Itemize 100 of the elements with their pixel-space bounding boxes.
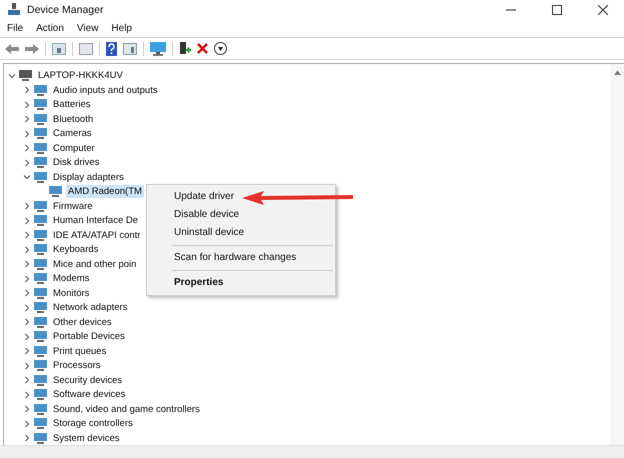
device-icon (34, 418, 47, 430)
device-icon (34, 128, 47, 140)
device-icon (34, 346, 47, 357)
device-icon (34, 389, 47, 400)
chevron-icon[interactable] (23, 144, 31, 152)
tree-item[interactable]: Monitors (51, 286, 92, 300)
chevron-icon[interactable] (23, 362, 31, 370)
device-icon (34, 360, 47, 372)
device-icon (34, 258, 47, 270)
device-icon (49, 186, 62, 198)
chevron-icon[interactable] (23, 115, 31, 124)
device-icon (34, 84, 47, 96)
context-menu-item[interactable]: Update driver (174, 188, 234, 206)
tree-item[interactable]: Security devices (51, 374, 124, 387)
device-icon (19, 70, 32, 82)
chevron-icon[interactable] (23, 405, 31, 414)
device-icon (34, 244, 47, 256)
menu-item[interactable]: File (7, 22, 24, 34)
chevron-icon[interactable] (23, 420, 31, 428)
tree-item[interactable]: Storage controllers (51, 417, 135, 430)
device-icon (34, 157, 47, 168)
forward-icon[interactable] (25, 42, 39, 55)
device-icon (34, 302, 47, 314)
tree-item[interactable]: Firmware (51, 200, 95, 213)
device-icon (34, 142, 47, 154)
chevron-icon[interactable] (23, 318, 31, 326)
device-icon (34, 200, 47, 212)
tree-item[interactable]: LAPTOP-HKKK4UV (36, 69, 125, 82)
device-icon (34, 404, 47, 415)
help-icon[interactable] (106, 42, 117, 56)
tree-item[interactable]: Mice and other poin (51, 258, 138, 271)
tree-item[interactable]: Bluetooth (51, 112, 96, 126)
window-icon[interactable] (52, 42, 66, 55)
device-icon (34, 99, 47, 110)
chevron-icon[interactable] (23, 231, 31, 240)
chevron-icon[interactable] (23, 216, 31, 225)
menu-item[interactable]: Action (36, 22, 64, 34)
monitor-icon[interactable] (150, 42, 166, 56)
device-icon (34, 316, 47, 328)
chevron-icon[interactable] (23, 130, 31, 138)
chevron-icon[interactable] (23, 100, 31, 109)
tree-item[interactable]: Keyboards (51, 243, 100, 256)
device-icon (34, 331, 47, 342)
close-icon[interactable] (598, 4, 608, 15)
tree-item[interactable]: Cameras (51, 127, 94, 140)
tree-item[interactable]: Sound, video and game controllers (51, 402, 202, 416)
device-icon (34, 432, 47, 444)
chevron-icon[interactable] (23, 246, 31, 254)
tree-item[interactable]: Computer (51, 142, 97, 155)
menu-item[interactable]: View (76, 22, 98, 34)
chevron-icon[interactable] (23, 332, 31, 341)
chevron-icon[interactable] (23, 274, 31, 283)
maximize-icon[interactable] (552, 4, 562, 15)
menu-item[interactable]: Help (111, 22, 132, 34)
chevron-icon[interactable] (8, 72, 16, 80)
chevron-icon[interactable] (23, 390, 31, 399)
tree-item[interactable]: Display adapters (51, 170, 126, 184)
device-icon (34, 230, 47, 241)
chevron-icon[interactable] (23, 347, 31, 356)
tree-item[interactable]: Network adapters (51, 301, 130, 314)
window-title: Device Manager (27, 4, 104, 16)
chevron-icon[interactable] (23, 376, 31, 384)
device-icon (34, 215, 47, 226)
window-icon[interactable] (123, 42, 137, 55)
chevron-icon[interactable] (23, 202, 31, 210)
tree-item[interactable]: Portable Devices (51, 330, 127, 344)
tree-item[interactable]: Modems (51, 272, 92, 286)
tree-item[interactable]: AMD Radeon(TM (66, 185, 144, 198)
context-menu-item[interactable]: Scan for hardware changes (174, 249, 296, 268)
tree-item[interactable]: Human Interface De (51, 214, 140, 228)
back-icon[interactable] (5, 42, 19, 55)
tree-item[interactable]: Other devices (51, 316, 114, 329)
scroll-up-icon[interactable] (614, 70, 620, 76)
chevron-icon[interactable] (23, 289, 31, 298)
window-icon[interactable] (79, 42, 93, 55)
tree-item[interactable]: IDE ATA/ATAPI contr (51, 228, 142, 242)
tree-item[interactable]: System devices (51, 432, 122, 445)
context-menu-item[interactable]: Uninstall device (174, 224, 244, 242)
tree-item[interactable]: Processors (51, 359, 103, 372)
tree-item[interactable]: Audio inputs and outputs (51, 84, 160, 97)
chevron-icon[interactable] (23, 173, 31, 182)
tree-item[interactable]: Batteries (51, 98, 92, 112)
device-icon (34, 374, 47, 386)
remove-icon[interactable] (197, 43, 208, 54)
chevron-icon[interactable] (23, 260, 31, 268)
device-icon (34, 114, 47, 125)
chevron-icon[interactable] (23, 304, 31, 312)
device-icon (34, 172, 47, 183)
tree-item[interactable]: Disk drives (51, 156, 102, 170)
chevron-icon[interactable] (23, 158, 31, 167)
download-icon[interactable] (214, 42, 227, 56)
context-menu-item[interactable]: Properties (174, 274, 224, 292)
chevron-icon[interactable] (23, 434, 31, 442)
tree-item[interactable]: Print queues (51, 344, 108, 358)
chevron-icon[interactable] (23, 86, 31, 94)
tree-item[interactable]: Software devices (51, 388, 128, 402)
context-menu-item[interactable]: Disable device (174, 206, 240, 224)
app-icon (8, 3, 20, 16)
device-add-icon[interactable] (179, 42, 191, 56)
device-icon (34, 273, 47, 284)
